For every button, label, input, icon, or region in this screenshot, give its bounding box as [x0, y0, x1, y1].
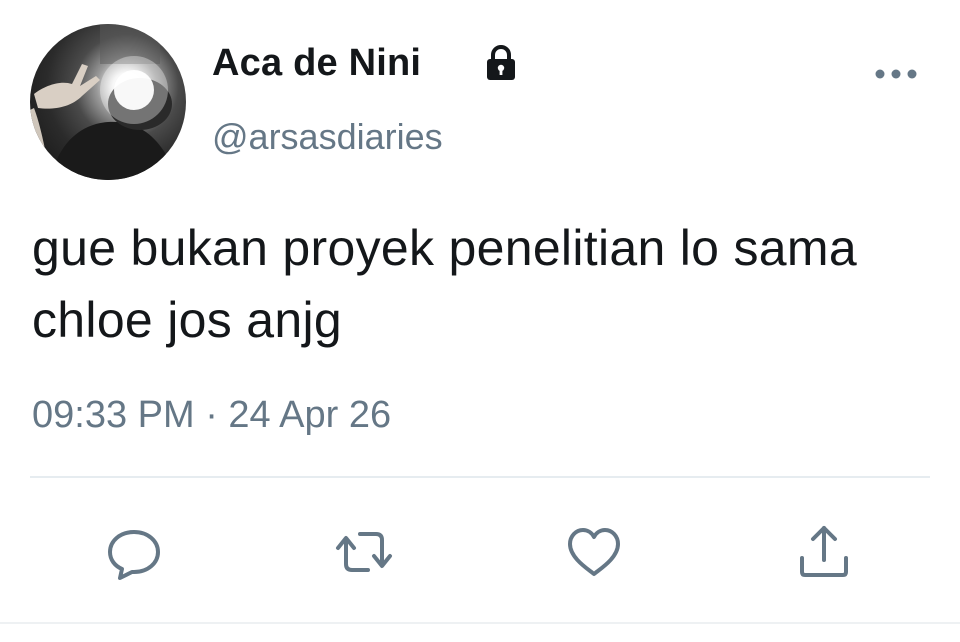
retweet-button[interactable] — [332, 520, 396, 584]
lock-icon — [487, 44, 515, 80]
heart-icon — [568, 528, 620, 576]
share-upload-icon — [800, 526, 848, 577]
user-handle[interactable]: @arsasdiaries — [212, 116, 443, 158]
more-horizontal-icon[interactable] — [868, 56, 928, 92]
comment-bubble-icon — [108, 530, 160, 580]
divider — [30, 476, 930, 478]
retweet-arrows-icon — [336, 532, 392, 572]
reply-button[interactable] — [102, 520, 166, 584]
bottom-divider — [0, 622, 960, 624]
avatar-photo — [30, 24, 178, 180]
share-button[interactable] — [792, 520, 856, 584]
like-button[interactable] — [562, 520, 626, 584]
tweet-text: gue bukan proyek penelitian lo sama chlo… — [32, 220, 857, 348]
tweet-timestamp[interactable]: 09:33 PM · 24 Apr 26 — [32, 394, 391, 437]
avatar[interactable] — [30, 24, 186, 180]
display-name[interactable]: Aca de Nini — [212, 42, 421, 85]
tweet-card: Aca de Nini @arsasdiaries gue bukan proy… — [0, 0, 960, 642]
